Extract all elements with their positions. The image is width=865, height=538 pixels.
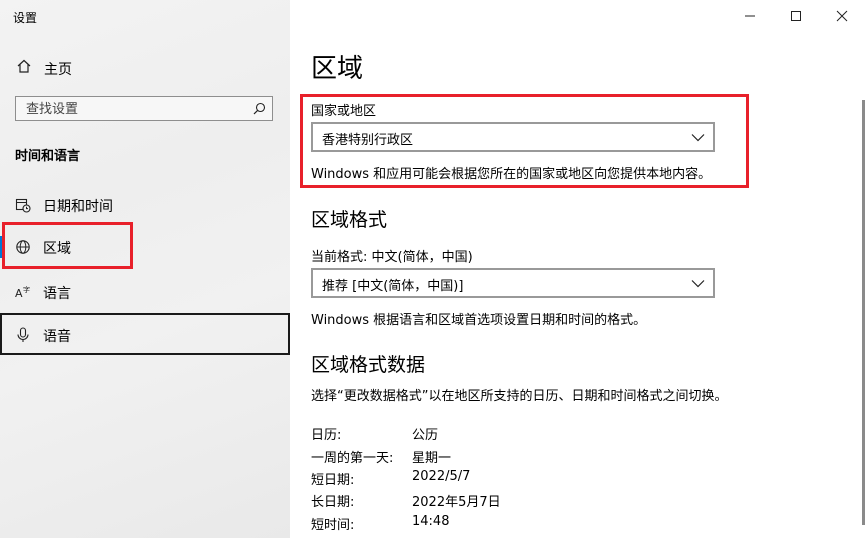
- format-heading: 区域格式: [311, 209, 388, 231]
- selection-indicator: [0, 236, 4, 258]
- format-row-value: 2022年5月7日: [412, 495, 501, 510]
- chevron-down-icon: [691, 134, 705, 142]
- format-row-key: 一周的第一天:: [311, 451, 394, 466]
- format-description: Windows 根据语言和区域首选项设置日期和时间的格式。: [311, 313, 647, 328]
- close-button[interactable]: [819, 0, 865, 32]
- maximize-button[interactable]: [773, 0, 819, 32]
- format-row-key: 短日期:: [311, 473, 355, 488]
- format-row-value: 公历: [412, 428, 439, 443]
- globe-region-icon: [16, 240, 30, 254]
- sidebar-item-region[interactable]: 区域: [0, 227, 290, 267]
- format-row-key: 短时间:: [311, 518, 355, 533]
- format-row-value: 14:48: [412, 514, 450, 529]
- sidebar-item-label: 区域: [43, 241, 71, 257]
- sidebar-item-home[interactable]: 主页: [0, 52, 290, 82]
- format-value: 推荐 [中文(简体，中国)]: [322, 279, 464, 294]
- svg-text:A: A: [15, 287, 23, 300]
- sidebar: 设置 主页 时间和语言 日期和时间 区域 A: [0, 0, 290, 538]
- chevron-down-icon: [691, 280, 705, 288]
- country-value: 香港特别行政区: [322, 133, 414, 148]
- country-description: Windows 和应用可能会根据您所在的国家或地区向您提供本地内容。: [311, 167, 712, 182]
- country-dropdown[interactable]: 香港特别行政区: [311, 122, 715, 152]
- format-row-value: 2022/5/7: [412, 469, 471, 484]
- svg-text:字: 字: [23, 285, 30, 294]
- search-input[interactable]: [24, 99, 253, 119]
- sidebar-item-date-time[interactable]: 日期和时间: [0, 185, 290, 225]
- language-icon: A 字: [15, 285, 30, 300]
- window-title: 设置: [13, 11, 38, 25]
- minimize-icon: [745, 15, 755, 17]
- format-row-key: 长日期:: [311, 495, 355, 510]
- search-icon: [253, 102, 266, 115]
- calendar-clock-icon: [15, 198, 31, 213]
- search-box[interactable]: [15, 96, 273, 121]
- country-label: 国家或地区: [311, 104, 377, 119]
- format-data-heading: 区域格式数据: [311, 354, 426, 376]
- sidebar-item-language[interactable]: A 字 语言: [0, 272, 290, 312]
- format-data-description: 选择“更改数据格式”以在地区所支持的日历、日期和时间格式之间切换。: [311, 389, 728, 404]
- maximize-icon: [791, 11, 801, 21]
- minimize-button[interactable]: [727, 0, 773, 32]
- sidebar-item-label: 主页: [44, 62, 72, 78]
- main-panel: 区域 国家或地区 香港特别行政区 Windows 和应用可能会根据您所在的国家或…: [290, 0, 865, 538]
- page-title: 区域: [311, 54, 364, 84]
- focus-box-speech: [0, 313, 290, 355]
- sidebar-item-label: 日期和时间: [43, 199, 113, 215]
- format-row-key: 日历:: [311, 428, 342, 443]
- sidebar-item-label: 语言: [43, 286, 71, 302]
- format-row-value: 星期一: [412, 451, 452, 466]
- section-title: 时间和语言: [15, 149, 81, 164]
- current-format-label: 当前格式: 中文(简体，中国): [311, 250, 473, 265]
- format-dropdown[interactable]: 推荐 [中文(简体，中国)]: [311, 268, 715, 298]
- close-icon: [836, 10, 848, 22]
- home-icon: [17, 59, 31, 73]
